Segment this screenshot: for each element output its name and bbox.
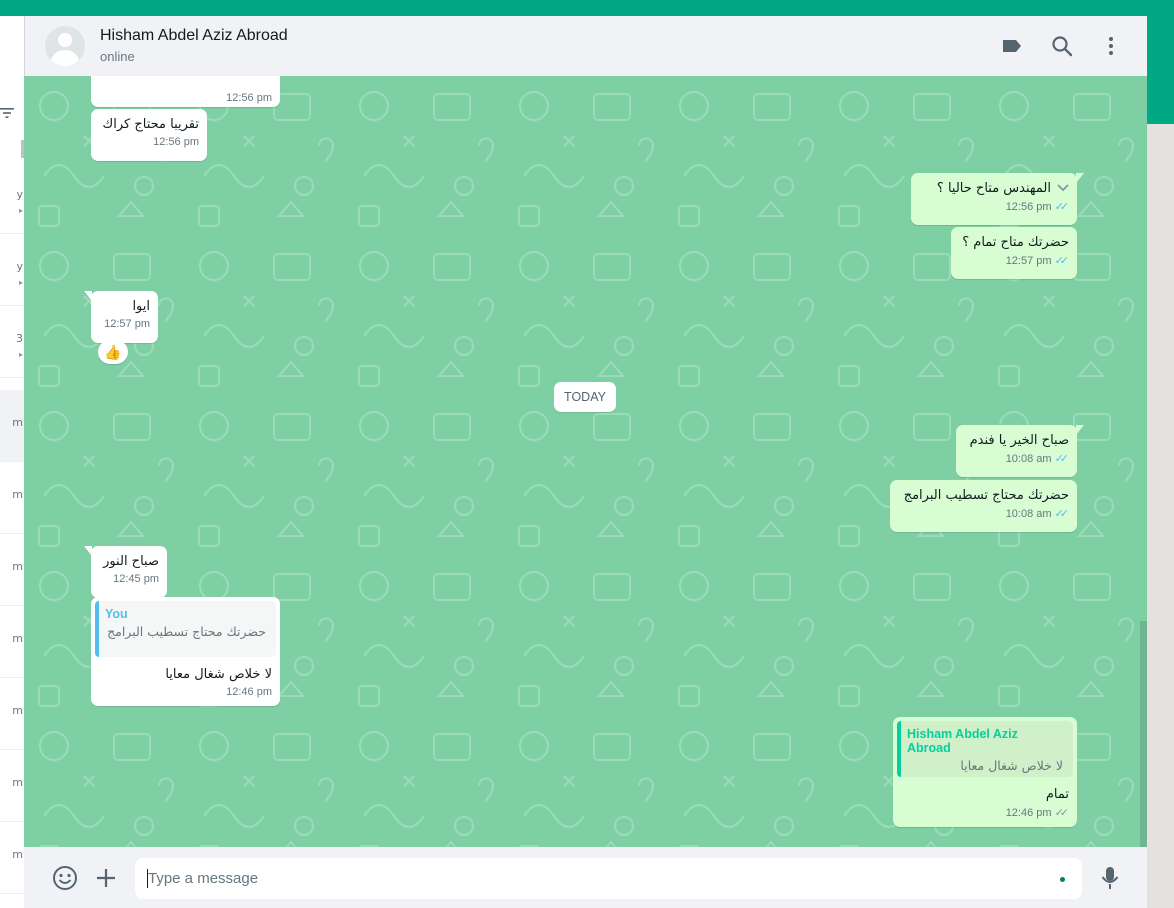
- message-text: لا خلاص شغال معايا: [165, 667, 272, 682]
- quoted-message[interactable]: Hisham Abdel Aziz Abroad لا خلاص شغال مع…: [897, 721, 1073, 777]
- quote-author: You: [105, 607, 128, 621]
- message-outgoing[interactable]: صباح الخير يا فندم 10:08 am ✓✓: [956, 425, 1084, 477]
- chat-list-item[interactable]: m: [0, 678, 24, 750]
- message-time: 12:46 pm: [1005, 806, 1052, 819]
- conversation-panel: Hisham Abdel Aziz Abroad online 12:56 pm…: [24, 16, 1147, 908]
- chat-list-time: 3: [16, 332, 23, 345]
- message-incoming[interactable]: صباح النور 12:45 pm: [84, 546, 167, 598]
- message-time: 12:56 pm: [226, 92, 272, 104]
- chat-list-time: y: [16, 188, 23, 201]
- message-scrollbar[interactable]: [1140, 621, 1147, 847]
- message-outgoing-reply[interactable]: Hisham Abdel Aziz Abroad لا خلاص شغال مع…: [893, 717, 1077, 827]
- chevron-down-icon[interactable]: [1057, 179, 1069, 195]
- chat-list-item[interactable]: m: [0, 462, 24, 534]
- message-input[interactable]: [135, 858, 1082, 899]
- message-text: صباح الخير يا فندم: [969, 433, 1069, 448]
- chat-list-time: m: [12, 560, 23, 573]
- message-time: 12:45 pm: [113, 573, 159, 585]
- chat-list-time: m: [12, 776, 23, 789]
- contact-status: online: [100, 49, 135, 64]
- chat-list-time: y: [16, 260, 23, 273]
- conversation-header[interactable]: Hisham Abdel Aziz Abroad online: [24, 16, 1147, 76]
- filter-icon[interactable]: [0, 106, 14, 124]
- date-divider: TODAY: [554, 382, 616, 412]
- microphone-icon[interactable]: [1097, 865, 1123, 891]
- message-outgoing[interactable]: المهندس متاح حاليا ؟ 12:56 pm ✓✓: [911, 173, 1084, 225]
- contact-name[interactable]: Hisham Abdel Aziz Abroad: [100, 27, 288, 45]
- chevron-down-icon[interactable]: ▸: [19, 350, 23, 359]
- message-time: 10:08 am: [1005, 507, 1052, 520]
- chat-list-time: m: [12, 704, 23, 717]
- input-status-dot: [1060, 877, 1065, 882]
- chat-list-item[interactable]: y ▸: [0, 234, 24, 306]
- chat-list-item[interactable]: m: [0, 534, 24, 606]
- thumbs-up-reaction-icon[interactable]: 👍: [98, 340, 128, 364]
- message-composer: [24, 847, 1147, 908]
- chat-list-time: m: [12, 488, 23, 501]
- quote-author: Hisham Abdel Aziz Abroad: [907, 727, 1018, 755]
- message-incoming-reply[interactable]: You حضرتك محتاج تسطيب البرامج لا خلاص شغ…: [91, 597, 280, 706]
- quote-text: حضرتك محتاج تسطيب البرامج: [107, 624, 266, 639]
- chat-list-item[interactable]: m: [0, 750, 24, 822]
- chat-list-item[interactable]: m: [0, 606, 24, 678]
- window-background: [1147, 124, 1174, 908]
- chat-list-time: m: [12, 416, 23, 429]
- chat-list-sidebar: y ▸ y ▸ 3 ▸ m m m m m m m: [0, 16, 24, 908]
- message-text: تمام: [1045, 787, 1069, 802]
- message-time: 10:08 am: [1005, 452, 1052, 465]
- message-incoming[interactable]: ايوا 12:57 pm: [84, 291, 158, 343]
- message-text: ايوا: [132, 299, 150, 314]
- message-list[interactable]: 12:56 pm تقريبا محتاج كراك 12:56 pm المه…: [24, 76, 1147, 847]
- message-time: 12:56 pm: [1005, 200, 1052, 213]
- read-ticks-icon: ✓✓: [1054, 255, 1070, 267]
- chat-list-item-active[interactable]: m: [0, 390, 24, 462]
- menu-icon[interactable]: [1099, 34, 1123, 58]
- message-incoming[interactable]: تقريبا محتاج كراك 12:56 pm: [91, 109, 207, 161]
- read-ticks-icon: ✓✓: [1054, 201, 1070, 213]
- chat-list-item[interactable]: 3 ▸: [0, 306, 24, 378]
- label-icon[interactable]: [1000, 34, 1024, 58]
- message-time: 12:56 pm: [153, 136, 199, 148]
- chat-list-item[interactable]: y ▸: [0, 162, 24, 234]
- message-incoming[interactable]: 12:56 pm: [91, 76, 280, 107]
- quote-text: لا خلاص شغال معايا: [960, 758, 1063, 773]
- message-text: صباح النور: [103, 554, 159, 569]
- chat-list-time: m: [12, 632, 23, 645]
- message-outgoing[interactable]: حضرتك متاح تمام ؟ 12:57 pm ✓✓: [951, 227, 1077, 279]
- quoted-message[interactable]: You حضرتك محتاج تسطيب البرامج: [95, 601, 276, 657]
- avatar[interactable]: [45, 26, 85, 66]
- text-caret: [147, 869, 148, 888]
- chevron-down-icon[interactable]: ▸: [19, 278, 23, 287]
- message-time: 12:57 pm: [104, 318, 150, 330]
- message-text: المهندس متاح حاليا ؟: [936, 181, 1051, 196]
- attach-plus-icon[interactable]: [93, 865, 119, 891]
- message-text: تقريبا محتاج كراك: [102, 117, 199, 132]
- search-icon[interactable]: [1050, 34, 1074, 58]
- delivered-ticks-icon: ✓✓: [1054, 807, 1070, 819]
- chat-list-item[interactable]: m: [0, 822, 24, 894]
- chat-list-time: m: [12, 848, 23, 861]
- message-text: حضرتك محتاج تسطيب البرامج: [903, 488, 1069, 503]
- message-outgoing[interactable]: حضرتك محتاج تسطيب البرامج 10:08 am ✓✓: [890, 480, 1077, 532]
- read-ticks-icon: ✓✓: [1054, 453, 1070, 465]
- read-ticks-icon: ✓✓: [1054, 508, 1070, 520]
- message-time: 12:57 pm: [1005, 254, 1052, 267]
- emoji-icon[interactable]: [52, 865, 78, 891]
- message-text: حضرتك متاح تمام ؟: [962, 235, 1069, 250]
- message-time: 12:46 pm: [226, 686, 272, 698]
- chevron-down-icon[interactable]: ▸: [19, 206, 23, 215]
